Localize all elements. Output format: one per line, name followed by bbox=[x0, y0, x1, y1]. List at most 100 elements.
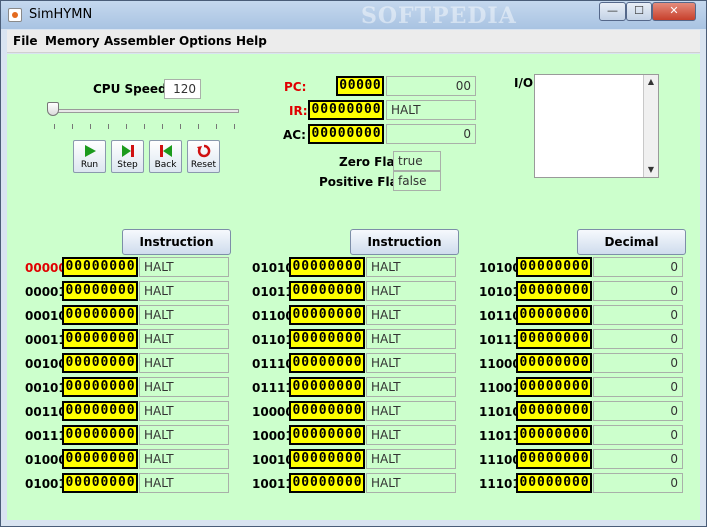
bit-cell[interactable]: 0 bbox=[554, 308, 563, 322]
bit-cell[interactable]: 0 bbox=[82, 332, 92, 346]
memory-bits[interactable]: 00000000 bbox=[62, 353, 138, 373]
bit-cell[interactable]: 0 bbox=[100, 428, 109, 442]
memory-bits[interactable]: 00000000 bbox=[516, 425, 592, 445]
bit-cell[interactable]: 0 bbox=[126, 428, 135, 442]
bit-cell[interactable]: 0 bbox=[309, 308, 319, 322]
bit-cell[interactable]: 0 bbox=[117, 308, 127, 322]
bit-cell[interactable]: 0 bbox=[527, 284, 537, 298]
bit-cell[interactable]: 0 bbox=[580, 356, 589, 370]
bit-cell[interactable]: 0 bbox=[554, 476, 563, 490]
bit-cell[interactable]: 0 bbox=[108, 308, 118, 322]
memory-bits[interactable]: 00000000 bbox=[289, 449, 365, 469]
bit-cell[interactable]: 0 bbox=[309, 260, 319, 274]
bit-cell[interactable]: 0 bbox=[353, 332, 362, 346]
bit-cell[interactable]: 0 bbox=[554, 284, 563, 298]
bit-cell[interactable]: 0 bbox=[347, 79, 356, 93]
bit-cell[interactable]: 0 bbox=[117, 452, 127, 466]
bit-cell[interactable]: 0 bbox=[91, 476, 100, 490]
bit-cell[interactable]: 0 bbox=[527, 260, 537, 274]
bit-cell[interactable]: 0 bbox=[527, 428, 537, 442]
bit-cell[interactable]: 0 bbox=[292, 428, 301, 442]
bit-cell[interactable]: 0 bbox=[344, 308, 354, 322]
bit-cell[interactable]: 0 bbox=[82, 308, 92, 322]
memory-bits[interactable]: 00000000 bbox=[516, 353, 592, 373]
bit-cell[interactable]: 0 bbox=[309, 380, 319, 394]
memory-bits[interactable]: 00000000 bbox=[62, 281, 138, 301]
bit-cell[interactable]: 0 bbox=[327, 380, 336, 394]
bit-cell[interactable]: 0 bbox=[519, 308, 528, 322]
bit-cell[interactable]: 0 bbox=[126, 404, 135, 418]
bit-cell[interactable]: 0 bbox=[562, 260, 572, 274]
bit-cell[interactable]: 0 bbox=[580, 380, 589, 394]
bit-cell[interactable]: 0 bbox=[117, 284, 127, 298]
bit-cell[interactable]: 0 bbox=[108, 452, 118, 466]
bit-cell[interactable]: 0 bbox=[337, 127, 346, 141]
bit-cell[interactable]: 0 bbox=[580, 428, 589, 442]
memory-bits[interactable]: 00000000 bbox=[516, 377, 592, 397]
bit-cell[interactable]: 0 bbox=[562, 332, 572, 346]
bit-cell[interactable]: 0 bbox=[519, 260, 528, 274]
bit-cell[interactable]: 0 bbox=[126, 452, 135, 466]
bit-cell[interactable]: 0 bbox=[91, 380, 100, 394]
bit-cell[interactable]: 0 bbox=[82, 260, 92, 274]
bit-cell[interactable]: 0 bbox=[319, 127, 329, 141]
bit-cell[interactable]: 0 bbox=[335, 428, 345, 442]
bit-cell[interactable]: 0 bbox=[91, 356, 100, 370]
bit-cell[interactable]: 0 bbox=[580, 332, 589, 346]
bit-cell[interactable]: 0 bbox=[344, 356, 354, 370]
bit-cell[interactable]: 0 bbox=[353, 380, 362, 394]
cpu-speed-input[interactable]: 120 bbox=[164, 79, 201, 99]
run-button[interactable]: Run bbox=[73, 140, 106, 173]
bit-cell[interactable]: 0 bbox=[82, 428, 92, 442]
bit-cell[interactable]: 0 bbox=[65, 332, 74, 346]
bit-cell[interactable]: 0 bbox=[527, 356, 537, 370]
io-textarea[interactable]: ▲ ▼ bbox=[534, 74, 659, 178]
bit-cell[interactable]: 0 bbox=[545, 428, 554, 442]
bit-cell[interactable]: 0 bbox=[126, 332, 135, 346]
bit-cell[interactable]: 0 bbox=[292, 308, 301, 322]
bit-cell[interactable]: 0 bbox=[344, 476, 354, 490]
bit-cell[interactable]: 0 bbox=[91, 428, 100, 442]
step-button[interactable]: Step bbox=[111, 140, 144, 173]
bit-cell[interactable]: 0 bbox=[300, 284, 310, 298]
bit-cell[interactable]: 0 bbox=[562, 428, 572, 442]
bit-cell[interactable]: 0 bbox=[73, 308, 83, 322]
bit-cell[interactable]: 0 bbox=[65, 380, 74, 394]
reset-button[interactable]: Reset bbox=[187, 140, 220, 173]
bit-cell[interactable]: 0 bbox=[536, 260, 546, 274]
io-scrollbar[interactable]: ▲ ▼ bbox=[643, 75, 658, 177]
bit-cell[interactable]: 0 bbox=[536, 476, 546, 490]
bit-cell[interactable]: 0 bbox=[545, 284, 554, 298]
bit-cell[interactable]: 0 bbox=[519, 380, 528, 394]
bit-cell[interactable]: 0 bbox=[580, 284, 589, 298]
bit-cell[interactable]: 0 bbox=[100, 404, 109, 418]
ir-bits[interactable]: 00000000 bbox=[308, 100, 384, 120]
memory-bits[interactable]: 00000000 bbox=[289, 353, 365, 373]
bit-cell[interactable]: 0 bbox=[100, 380, 109, 394]
bit-cell[interactable]: 0 bbox=[554, 380, 563, 394]
bit-cell[interactable]: 0 bbox=[309, 452, 319, 466]
pc-bits[interactable]: 00000 bbox=[336, 76, 384, 96]
bit-cell[interactable]: 0 bbox=[126, 476, 135, 490]
bit-cell[interactable]: 0 bbox=[100, 332, 109, 346]
bit-cell[interactable]: 0 bbox=[554, 332, 563, 346]
bit-cell[interactable]: 0 bbox=[344, 284, 354, 298]
bit-cell[interactable]: 0 bbox=[318, 380, 327, 394]
bit-cell[interactable]: 0 bbox=[117, 356, 127, 370]
bit-cell[interactable]: 0 bbox=[309, 428, 319, 442]
bit-cell[interactable]: 0 bbox=[327, 260, 336, 274]
bit-cell[interactable]: 0 bbox=[292, 260, 301, 274]
bit-cell[interactable]: 0 bbox=[536, 308, 546, 322]
bit-cell[interactable]: 0 bbox=[346, 103, 355, 117]
bit-cell[interactable]: 0 bbox=[117, 380, 127, 394]
bit-cell[interactable]: 0 bbox=[117, 428, 127, 442]
bit-cell[interactable]: 0 bbox=[536, 332, 546, 346]
bit-cell[interactable]: 0 bbox=[353, 260, 362, 274]
bit-cell[interactable]: 0 bbox=[309, 476, 319, 490]
bit-cell[interactable]: 0 bbox=[108, 380, 118, 394]
bit-cell[interactable]: 0 bbox=[73, 260, 83, 274]
memory-bits[interactable]: 00000000 bbox=[62, 377, 138, 397]
bit-cell[interactable]: 0 bbox=[353, 428, 362, 442]
bit-cell[interactable]: 0 bbox=[562, 452, 572, 466]
bit-cell[interactable]: 0 bbox=[73, 476, 83, 490]
